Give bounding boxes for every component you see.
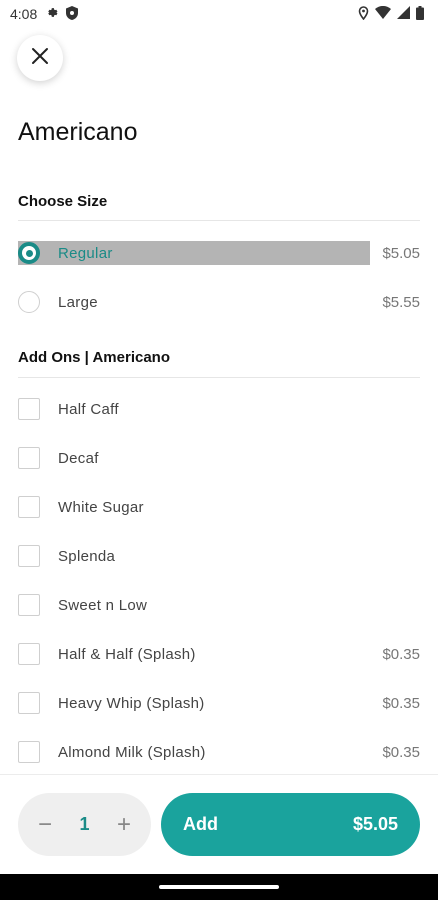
addon-label: White Sugar xyxy=(58,498,144,516)
checkbox[interactable] xyxy=(18,447,40,469)
decrement-button[interactable]: − xyxy=(34,812,56,837)
system-nav-bar xyxy=(0,874,438,900)
checkbox[interactable] xyxy=(18,496,40,518)
quantity-value: 1 xyxy=(79,814,90,834)
status-bar: 4:08 xyxy=(0,0,438,28)
divider xyxy=(18,220,420,221)
addon-label: Half Caff xyxy=(58,400,119,418)
increment-button[interactable]: + xyxy=(113,812,135,837)
size-option-price: $5.55 xyxy=(382,293,420,311)
page-title: Americano xyxy=(18,118,138,146)
addon-white-sugar[interactable]: White Sugar xyxy=(18,494,420,520)
wifi-icon xyxy=(375,5,391,22)
addon-label: Heavy Whip (Splash) xyxy=(58,694,205,712)
radio-selected[interactable] xyxy=(18,242,40,264)
size-section-title: Choose Size xyxy=(18,193,108,210)
size-option-regular[interactable]: Regular $5.05 xyxy=(18,240,420,266)
add-button-label: Add xyxy=(183,814,218,834)
addon-almond-milk[interactable]: Almond Milk (Splash) $0.35 xyxy=(18,739,420,765)
addon-splenda[interactable]: Splenda xyxy=(18,543,420,569)
battery-icon xyxy=(416,5,424,23)
addon-sweet-n-low[interactable]: Sweet n Low xyxy=(18,592,420,618)
home-gesture-handle[interactable] xyxy=(159,885,279,889)
checkbox[interactable] xyxy=(18,692,40,714)
addon-decaf[interactable]: Decaf xyxy=(18,445,420,471)
checkbox[interactable] xyxy=(18,741,40,763)
add-button-price: $5.05 xyxy=(352,814,398,834)
addon-label: Sweet n Low xyxy=(58,596,148,614)
size-option-price: $5.05 xyxy=(382,244,420,262)
close-button[interactable] xyxy=(17,35,63,81)
signal-icon xyxy=(397,6,410,22)
addon-half-caff[interactable]: Half Caff xyxy=(18,396,420,422)
size-option-large[interactable]: Large $5.55 xyxy=(18,289,420,315)
location-icon xyxy=(358,5,369,23)
quantity-stepper: − 1 + xyxy=(18,793,151,856)
addon-price: $0.35 xyxy=(382,645,420,663)
addons-section-title: Add Ons | Americano xyxy=(18,349,170,366)
addon-label: Decaf xyxy=(58,449,99,467)
add-to-order-button[interactable]: Add $5.05 xyxy=(161,793,420,856)
settings-icon xyxy=(45,6,58,22)
addon-label: Almond Milk (Splash) xyxy=(58,743,206,761)
checkbox[interactable] xyxy=(18,643,40,665)
radio-unselected[interactable] xyxy=(18,291,40,313)
addon-label: Splenda xyxy=(58,547,116,565)
size-option-label: Large xyxy=(58,293,98,311)
addon-label: Half & Half (Splash) xyxy=(58,645,196,663)
addon-heavy-whip[interactable]: Heavy Whip (Splash) $0.35 xyxy=(18,690,420,716)
size-option-label: Regular xyxy=(58,244,113,262)
addon-price: $0.35 xyxy=(382,743,420,761)
divider xyxy=(18,377,420,378)
addon-half-and-half[interactable]: Half & Half (Splash) $0.35 xyxy=(18,641,420,667)
shield-icon xyxy=(66,5,79,23)
checkbox[interactable] xyxy=(18,594,40,616)
status-time: 4:08 xyxy=(10,6,38,22)
close-icon xyxy=(31,47,49,70)
checkbox[interactable] xyxy=(18,398,40,420)
checkbox[interactable] xyxy=(18,545,40,567)
addon-price: $0.35 xyxy=(382,694,420,712)
